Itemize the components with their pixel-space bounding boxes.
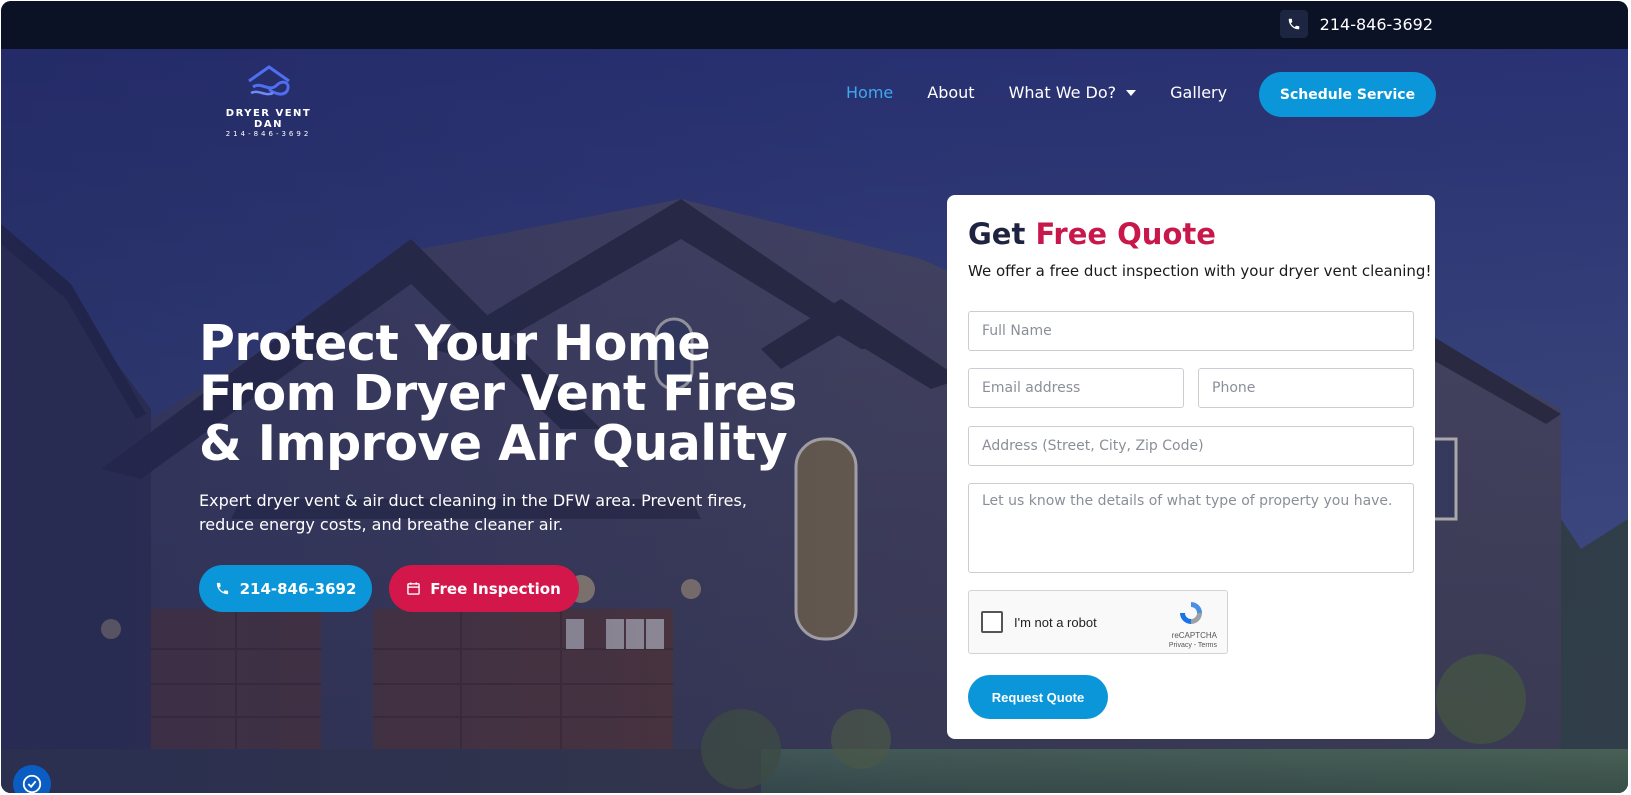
calendar-icon [407,582,420,595]
recaptcha-logo-icon [1180,602,1202,624]
headline-line-1: Protect Your Home [199,315,711,372]
topbar-phone-link[interactable]: 214-846-3692 [1279,10,1433,38]
logo-name: DRYER VENT DAN [225,108,312,130]
nav-item-label: Home [846,83,894,102]
call-phone-button[interactable]: 214-846-3692 [199,565,372,612]
headline-line-3: & Improve Air Quality [199,415,788,472]
free-inspection-button[interactable]: Free Inspection [389,565,579,612]
phone-icon [216,582,228,595]
form-subtitle: We offer a free duct inspection with you… [968,262,1432,280]
recaptcha-terms-link[interactable]: Privacy - Terms [1169,642,1217,649]
form-title-accent: Free Quote [1035,217,1216,251]
nav-item-label: About [927,83,975,102]
nav-item-home[interactable]: Home [846,83,893,102]
phone-icon [1279,10,1308,38]
main-nav: Home About What We Do? Gallery [846,83,1261,102]
topbar-phone-number: 214-846-3692 [1319,14,1433,34]
schedule-service-button[interactable]: Schedule Service [1259,72,1436,117]
logo-phone: 214-846-3692 [225,130,312,138]
recaptcha-brand: reCAPTCHA [1171,631,1217,640]
email-field[interactable]: Email address [968,368,1184,408]
recaptcha-checkbox[interactable] [981,611,1003,633]
site-logo[interactable]: DRYER VENT DAN 214-846-3692 [211,63,326,138]
nav-item-gallery[interactable]: Gallery [1170,83,1227,102]
hero-subtext: Expert dryer vent & air duct cleaning in… [199,491,747,534]
form-title-prefix: Get [968,217,1026,251]
house-logo-icon [247,65,290,96]
quote-form-card: Get Free Quote We offer a free duct insp… [947,195,1435,739]
free-inspection-label: Free Inspection [430,579,561,598]
recaptcha-label: I'm not a robot [1014,615,1097,630]
headline-line-2: From Dryer Vent Fires [199,365,797,422]
call-phone-label: 214-846-3692 [239,579,357,598]
form-title: Get Free Quote [968,217,1216,251]
nav-item-label: What We Do? [1008,83,1117,102]
nav-item-about[interactable]: About [927,83,974,102]
page-frame: 214-846-3692 DRYER VENT DAN 214-846-3692… [1,1,1628,793]
property-details-textarea[interactable]: Let us know the details of what type of … [968,483,1414,573]
request-quote-button[interactable]: Request Quote [968,675,1108,719]
full-name-input[interactable]: Full Name [968,311,1414,351]
hero-headline: Protect Your Home From Dryer Vent Fires … [199,319,799,469]
chevron-down-icon [1126,89,1137,96]
phone-field[interactable]: Phone [1198,368,1414,408]
nav-item-label: Gallery [1170,83,1228,102]
address-field[interactable]: Address (Street, City, Zip Code) [968,426,1414,466]
accessibility-icon [22,774,42,793]
nav-item-what-we-do[interactable]: What We Do? [1009,83,1137,102]
recaptcha-widget: I'm not a robot reCAPTCHA Privacy - Term… [968,590,1228,654]
top-bar: 214-846-3692 [1,1,1628,49]
